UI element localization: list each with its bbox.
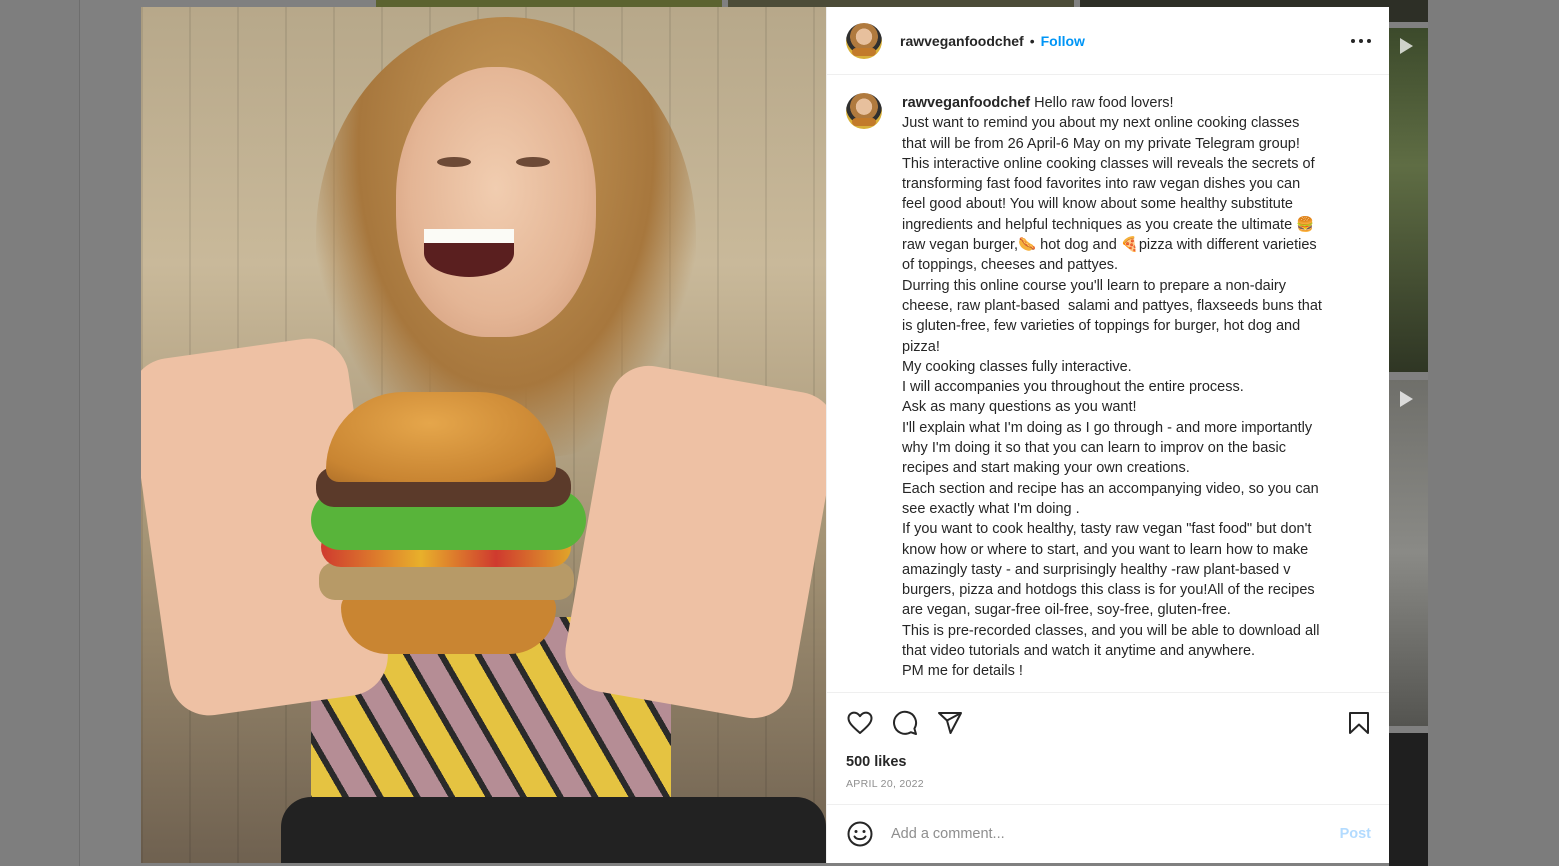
comments-section: rawveganfoodchef Hello raw food lovers! … bbox=[827, 75, 1389, 692]
avatar[interactable] bbox=[846, 93, 882, 129]
post-image[interactable] bbox=[141, 7, 826, 863]
post-date[interactable]: April 20, 2022 bbox=[846, 778, 1373, 790]
burger-bun-bottom bbox=[341, 592, 556, 654]
image-burger bbox=[311, 392, 601, 662]
heart-icon[interactable] bbox=[846, 709, 874, 737]
post-dialog: rawveganfoodchef • Follow rawveganfoodch… bbox=[141, 7, 1389, 863]
caption-username[interactable]: rawveganfoodchef bbox=[902, 95, 1030, 111]
image-eye bbox=[437, 157, 471, 167]
feed-tile bbox=[1389, 28, 1428, 372]
post-side-panel: rawveganfoodchef • Follow rawveganfoodch… bbox=[826, 7, 1389, 863]
avatar[interactable] bbox=[846, 22, 882, 59]
comment-icon[interactable] bbox=[891, 709, 919, 737]
burger-patty bbox=[319, 562, 574, 600]
post-actions-section: 500 likes April 20, 2022 bbox=[827, 692, 1389, 804]
send-icon[interactable] bbox=[936, 709, 964, 737]
follow-button[interactable]: Follow bbox=[1041, 33, 1085, 49]
emoji-icon[interactable] bbox=[846, 820, 874, 848]
post-header: rawveganfoodchef • Follow bbox=[827, 7, 1389, 75]
post-comment-button[interactable]: Post bbox=[1340, 826, 1371, 842]
post-caption: rawveganfoodchef Hello raw food lovers! … bbox=[902, 93, 1322, 692]
image-face bbox=[396, 67, 596, 337]
action-bar bbox=[846, 693, 1373, 753]
bookmark-icon[interactable] bbox=[1345, 709, 1373, 737]
more-options-icon[interactable] bbox=[1349, 29, 1373, 53]
feed-tile bbox=[1389, 380, 1428, 726]
image-tray bbox=[281, 797, 826, 863]
header-username[interactable]: rawveganfoodchef bbox=[900, 33, 1024, 49]
likes-count[interactable]: 500 likes bbox=[846, 754, 1373, 770]
reel-play-icon bbox=[1400, 391, 1413, 407]
image-mouth bbox=[424, 229, 514, 277]
separator-dot: • bbox=[1029, 32, 1035, 49]
image-eye bbox=[516, 157, 550, 167]
reel-play-icon bbox=[1400, 38, 1413, 54]
backdrop-gutter bbox=[1428, 0, 1559, 866]
feed-tile bbox=[1389, 733, 1428, 866]
comment-input[interactable] bbox=[891, 826, 1340, 842]
caption-text: Hello raw food lovers! Just want to remi… bbox=[902, 95, 1322, 680]
add-comment-bar: Post bbox=[827, 804, 1389, 863]
sidebar-backdrop bbox=[0, 0, 80, 866]
burger-bun-top bbox=[326, 392, 556, 482]
